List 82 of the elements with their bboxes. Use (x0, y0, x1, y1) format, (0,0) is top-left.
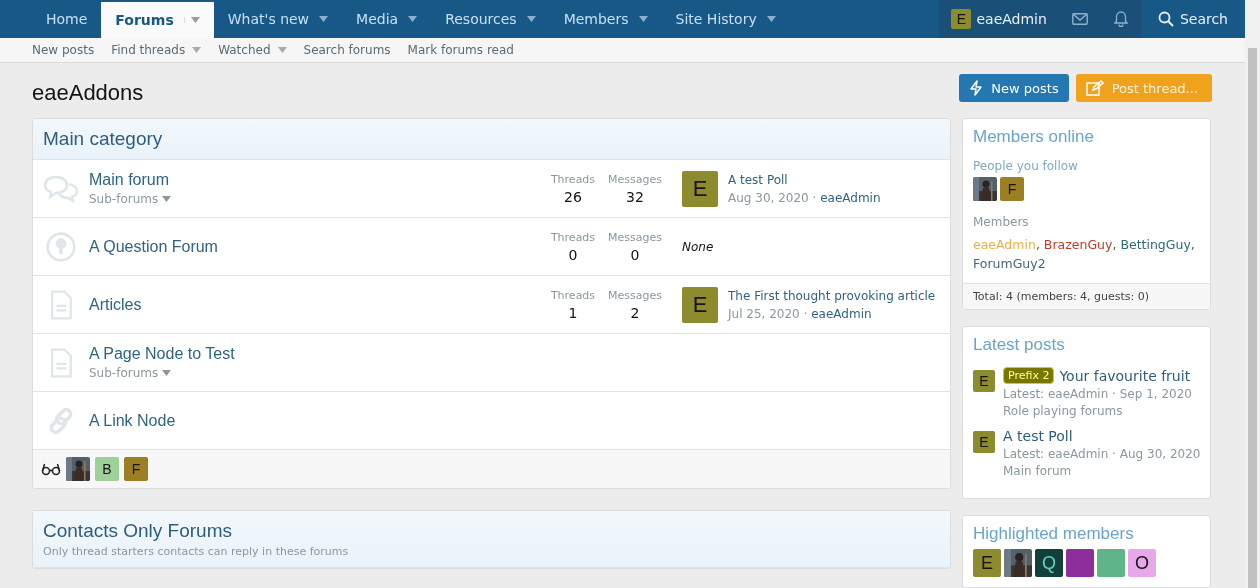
forum-link[interactable]: Main forum (1003, 464, 1201, 478)
user-link[interactable]: eaeAdmin (811, 306, 872, 321)
page-title: eaeAddons (32, 80, 144, 106)
separator: , (1112, 237, 1117, 252)
stat-label: Messages (607, 172, 663, 186)
category-description: Only thread starters contacts can reply in these forums (43, 545, 350, 558)
stat-label: Threads (549, 172, 597, 186)
subnav-link[interactable]: Find threads (111, 43, 202, 57)
nav-tab[interactable]: Site History (661, 0, 790, 38)
search-button[interactable]: Search (1140, 0, 1245, 38)
category-title[interactable]: Contacts Only Forums (43, 520, 940, 542)
user-link[interactable]: eaeAdmin (820, 190, 881, 205)
last-post-link[interactable]: The First thought provoking article (728, 288, 936, 303)
forum-link[interactable]: Role playing forums (1003, 404, 1192, 418)
message-count: 2 (629, 304, 641, 321)
subforums-toggle[interactable]: Sub-forums (89, 366, 940, 380)
search-icon (1157, 11, 1174, 27)
stat-label: Threads (549, 288, 597, 302)
mail-icon[interactable] (1071, 13, 1088, 25)
separator: , (1035, 237, 1040, 252)
member-link[interactable]: BettingGuy (1120, 237, 1191, 252)
edit-icon (1085, 80, 1104, 96)
message-count: 0 (629, 246, 641, 263)
new-posts-button[interactable]: New posts (959, 74, 1069, 102)
nav-tab[interactable]: What's new (213, 0, 343, 38)
user-avatar[interactable]: F (1000, 177, 1024, 201)
subnav-link[interactable]: Mark forums read (407, 43, 514, 57)
last-post-link[interactable]: A test Poll (728, 172, 881, 187)
nav-tab[interactable]: Members (549, 0, 662, 38)
bell-icon[interactable] (1113, 11, 1128, 27)
account-link[interactable]: E eaeAdmin (939, 0, 1059, 38)
scrollbar[interactable] (1245, 0, 1260, 588)
subforums-toggle[interactable]: Sub-forums (89, 192, 542, 206)
post-meta: Latest: eaeAdmin · Aug 30, 2020 (1003, 447, 1201, 461)
nav-tab[interactable]: Home (32, 0, 102, 38)
message-count: 32 (625, 188, 645, 205)
nav-tab[interactable]: Forums (101, 2, 214, 38)
user-avatar[interactable]: E (682, 286, 718, 323)
user-avatar[interactable]: E (973, 549, 1001, 577)
thread-link[interactable]: A test Poll (1003, 428, 1073, 444)
prefix-label: Prefix 2 (1003, 367, 1055, 384)
user-avatar[interactable]: F (124, 457, 148, 481)
user-avatar[interactable]: B (95, 457, 119, 481)
thread-count: 0 (567, 246, 579, 263)
forum-title[interactable]: Main forum (89, 171, 542, 189)
separator: · (803, 306, 808, 321)
separator: · (812, 190, 817, 205)
caret-icon (162, 370, 172, 376)
caret-icon (162, 196, 172, 202)
glasses-icon (41, 462, 61, 476)
lightning-icon (969, 80, 984, 96)
stat-label: Threads (549, 230, 597, 244)
subnav-link[interactable]: Search forums (303, 43, 391, 57)
member-link[interactable]: BrazenGuy (1043, 237, 1113, 252)
user-avatar[interactable] (1097, 549, 1125, 577)
subnav-link[interactable]: Watched (218, 43, 287, 57)
thread-count: 1 (567, 304, 579, 321)
subnav-link[interactable]: New posts (32, 43, 95, 57)
last-post-date: Aug 30, 2020 (728, 190, 809, 205)
forum-title[interactable]: A Question Forum (89, 237, 542, 256)
thread-count: 26 (563, 188, 583, 205)
section-label: Members (973, 215, 1030, 229)
forum-title[interactable]: A Page Node to Test (89, 345, 940, 363)
user-avatar[interactable]: E (973, 431, 995, 453)
last-post-date: Jul 25, 2020 (728, 306, 800, 321)
user-avatar[interactable] (1066, 549, 1094, 577)
no-last-post: None (682, 239, 715, 254)
member-link[interactable]: ForumGuy2 (973, 256, 1046, 271)
forum-title[interactable]: Articles (89, 295, 542, 314)
nav-tab[interactable]: Media (342, 0, 432, 38)
stat-label: Messages (607, 230, 663, 244)
user-avatar[interactable]: E (682, 170, 718, 207)
forum-title[interactable]: A Link Node (89, 411, 940, 430)
separator: , (1190, 237, 1195, 252)
user-avatar[interactable]: Q (1035, 549, 1063, 577)
stat-label: Messages (607, 288, 663, 302)
thread-link[interactable]: Your favourite fruit (1059, 367, 1191, 384)
nav-tab[interactable]: Resources (431, 0, 550, 38)
online-total: Total: 4 (members: 4, guests: 0) (963, 283, 1210, 309)
user-avatar[interactable]: O (1128, 549, 1156, 577)
user-avatar[interactable]: E (973, 370, 995, 392)
post-meta: Latest: eaeAdmin · Sep 1, 2020 (1003, 387, 1192, 401)
